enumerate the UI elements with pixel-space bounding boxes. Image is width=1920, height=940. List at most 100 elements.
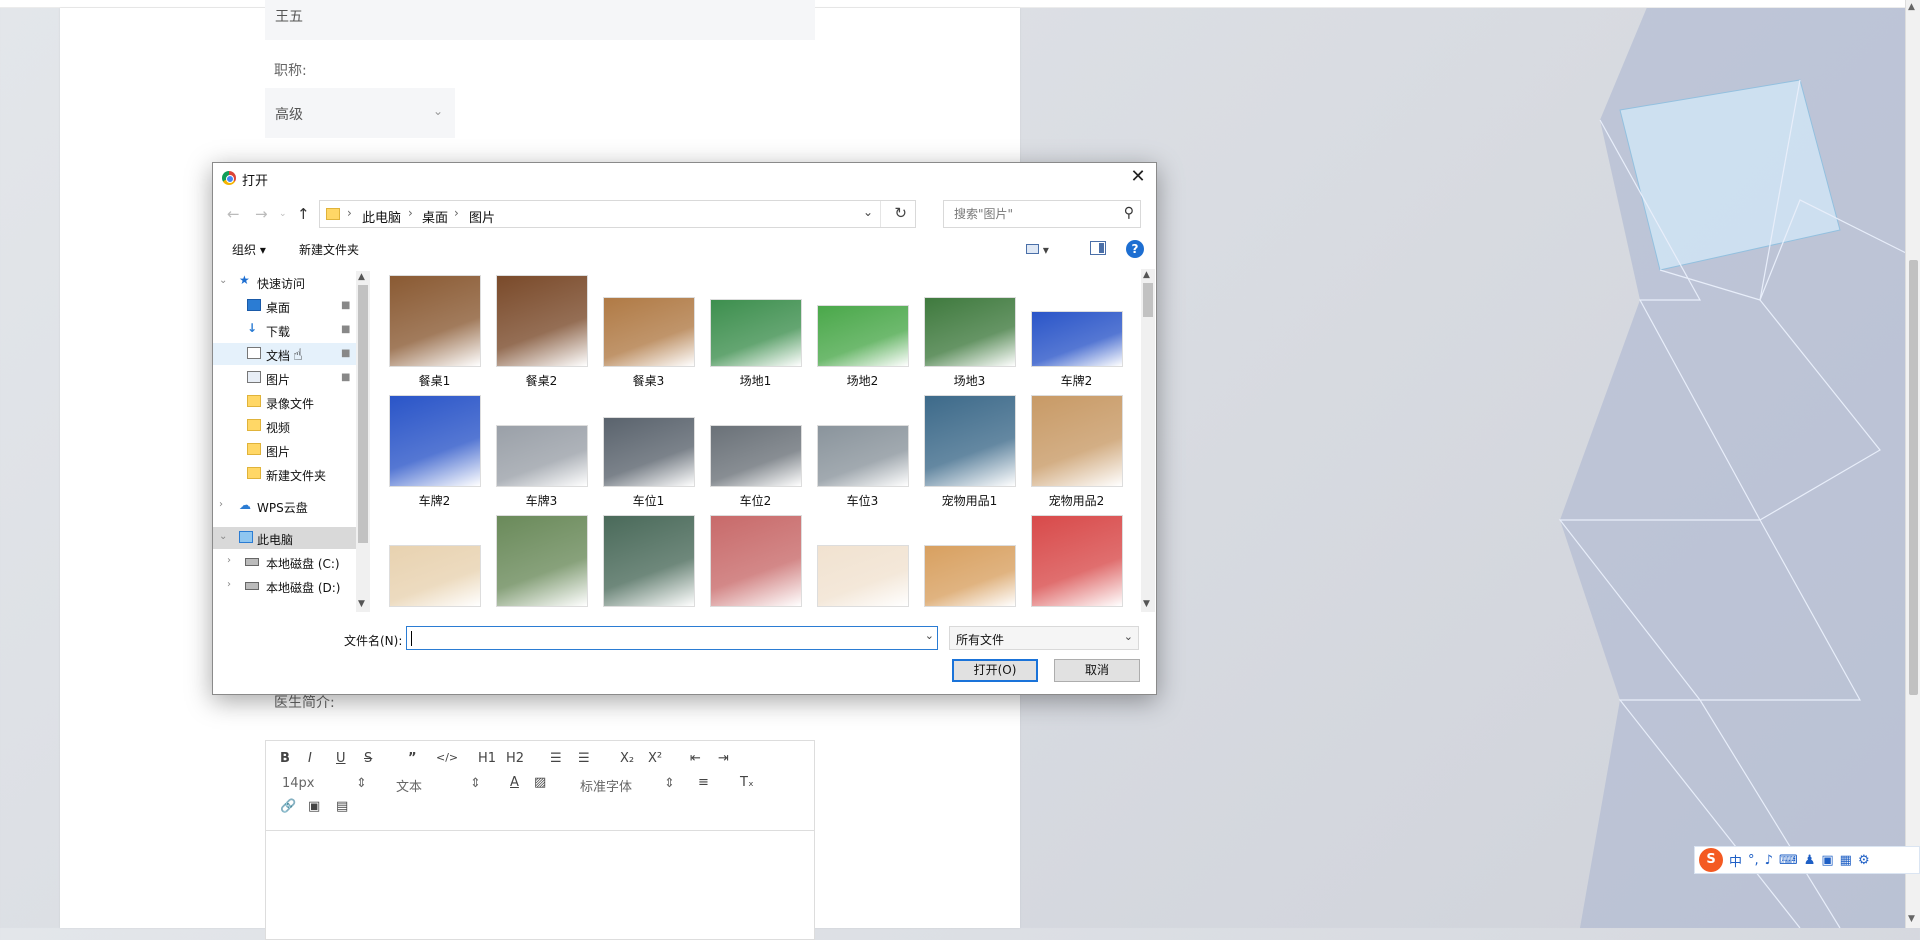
italic-button[interactable]: I — [308, 751, 312, 766]
file-tile[interactable]: 车位1 — [595, 395, 702, 513]
close-button[interactable]: ✕ — [1126, 165, 1150, 189]
file-tile[interactable] — [809, 515, 916, 612]
nav-item-downloads[interactable]: ↓ 下载 ■ — [213, 319, 356, 341]
nav-scrollbar-thumb[interactable] — [358, 285, 368, 543]
breadcrumb-pictures[interactable]: 图片 — [469, 207, 495, 226]
page-scrollbar[interactable]: ▲ ▼ — [1905, 0, 1920, 928]
keyboard-icon[interactable]: ⌨ — [1779, 853, 1798, 868]
dialog-titlebar[interactable]: 打开 ✕ — [213, 163, 1156, 193]
preview-pane-icon[interactable] — [1090, 241, 1106, 255]
apps-grid-icon[interactable]: ▦ — [1840, 853, 1852, 868]
punctuation-icon[interactable]: °, — [1748, 853, 1759, 868]
search-input[interactable] — [952, 206, 1112, 222]
page-scrollbar-thumb[interactable] — [1909, 260, 1918, 695]
background-color-icon[interactable]: ▨ — [534, 775, 546, 790]
filetype-select[interactable]: 所有文件 ⌄ — [949, 626, 1139, 650]
nav-item-pictures-folder[interactable]: 图片 — [213, 439, 356, 461]
unordered-list-button[interactable]: ☰ — [578, 751, 590, 766]
game-icon[interactable]: ▣ — [1821, 853, 1833, 868]
file-tile[interactable]: 餐桌3 — [595, 275, 702, 393]
text-style-select[interactable]: 文本 — [396, 776, 422, 795]
file-tile[interactable]: 车牌3 — [488, 395, 595, 513]
new-folder-button[interactable]: 新建文件夹 — [299, 241, 359, 258]
scroll-down-arrow-icon[interactable]: ▼ — [1908, 914, 1915, 924]
file-tile[interactable]: 车牌2 — [381, 395, 488, 513]
address-bar[interactable]: › 此电脑 › 桌面 › 图片 ⌄ ↻ — [319, 200, 916, 228]
scroll-up-arrow-icon[interactable]: ▲ — [1908, 2, 1915, 12]
bold-button[interactable]: B — [280, 751, 290, 766]
h1-button[interactable]: H1 — [478, 751, 496, 766]
settings-gear-icon[interactable]: ⚙ — [1858, 853, 1870, 868]
scroll-down-arrow-icon[interactable]: ▼ — [358, 599, 365, 609]
file-tile[interactable]: 宠物用品1 — [916, 395, 1023, 513]
help-icon[interactable]: ? — [1126, 240, 1144, 258]
ime-toolbar[interactable]: S 中 °, ♪ ⌨ ♟ ▣ ▦ ⚙ — [1694, 846, 1920, 874]
nav-item-desktop[interactable]: 桌面 ■ — [213, 295, 356, 317]
file-grid-scrollbar-thumb[interactable] — [1143, 283, 1153, 317]
nav-item-this-pc[interactable]: ⌄ 此电脑 — [213, 527, 356, 549]
clear-format-button[interactable]: Tₓ — [740, 775, 754, 790]
file-tile[interactable] — [595, 515, 702, 612]
breadcrumb-this-pc[interactable]: 此电脑 — [362, 207, 401, 226]
nav-item-wps-cloud[interactable]: › ☁ WPS云盘 — [213, 495, 356, 517]
underline-button[interactable]: U — [336, 751, 346, 766]
nav-quick-access[interactable]: ⌄ ★ 快速访问 — [213, 271, 356, 293]
link-icon[interactable]: 🔗 — [280, 799, 296, 814]
search-box[interactable]: ⚲ — [943, 200, 1141, 228]
nav-item-recordings[interactable]: 录像文件 — [213, 391, 356, 413]
subscript-button[interactable]: X₂ — [620, 751, 634, 766]
code-button[interactable]: </> — [436, 751, 458, 764]
ordered-list-button[interactable]: ☰ — [550, 751, 562, 766]
h2-button[interactable]: H2 — [506, 751, 524, 766]
file-tile[interactable]: 场地1 — [702, 275, 809, 393]
video-icon[interactable]: ▤ — [336, 799, 348, 814]
rich-text-editor[interactable]: B I U S ” </> H1 H2 ☰ ☰ X₂ X² ⇤ ⇥ 14px ⇕… — [265, 740, 815, 940]
nav-item-pictures[interactable]: 图片 ■ — [213, 367, 356, 389]
change-view-button[interactable]: ▾ — [1026, 240, 1062, 260]
file-tile[interactable] — [702, 515, 809, 612]
file-tile[interactable]: 宠物用品2 — [1023, 395, 1130, 513]
ime-mode[interactable]: 中 — [1729, 851, 1742, 870]
file-tile[interactable] — [488, 515, 595, 612]
chevron-down-icon[interactable]: ⌄ — [925, 629, 934, 642]
nav-scrollbar[interactable]: ▲ ▼ — [356, 271, 370, 612]
file-tile[interactable]: 车位3 — [809, 395, 916, 513]
file-tile[interactable]: 餐桌1 — [381, 275, 488, 393]
file-tile[interactable]: 场地2 — [809, 275, 916, 393]
address-dropdown-icon[interactable]: ⌄ — [863, 205, 873, 219]
nav-item-drive-c[interactable]: › 本地磁盘 (C:) — [213, 551, 356, 573]
nav-item-documents[interactable]: 文档 ☝ ■ — [213, 343, 356, 365]
nav-item-videos[interactable]: 视频 — [213, 415, 356, 437]
breadcrumb-desktop[interactable]: 桌面 — [422, 207, 448, 226]
file-tile[interactable]: 餐桌2 — [488, 275, 595, 393]
forward-arrow-icon[interactable]: → — [255, 205, 268, 223]
filename-input[interactable] — [410, 630, 910, 646]
scroll-up-arrow-icon[interactable]: ▲ — [1143, 270, 1150, 280]
font-color-icon[interactable]: A — [510, 775, 519, 790]
refresh-icon[interactable]: ↻ — [894, 204, 907, 222]
skin-icon[interactable]: ♟ — [1804, 853, 1816, 868]
indent-button[interactable]: ⇥ — [718, 751, 729, 766]
image-icon[interactable]: ▣ — [308, 799, 320, 814]
organize-menu[interactable]: 组织 ▾ — [232, 241, 266, 258]
outdent-button[interactable]: ⇤ — [690, 751, 701, 766]
file-tile[interactable] — [1023, 515, 1130, 612]
scroll-up-arrow-icon[interactable]: ▲ — [358, 272, 365, 282]
search-icon[interactable]: ⚲ — [1124, 205, 1134, 221]
up-arrow-icon[interactable]: ↑ — [297, 205, 310, 223]
nav-item-new-folder[interactable]: 新建文件夹 — [213, 463, 356, 485]
quote-button[interactable]: ” — [408, 751, 417, 766]
microphone-icon[interactable]: ♪ — [1765, 853, 1773, 868]
sogou-logo-icon[interactable]: S — [1699, 848, 1723, 872]
file-grid-scrollbar[interactable]: ▲ ▼ — [1141, 269, 1155, 612]
open-button[interactable]: 打开(O) — [952, 659, 1038, 682]
font-family-select[interactable]: 标准字体 — [580, 776, 632, 795]
file-tile[interactable]: 场地3 — [916, 275, 1023, 393]
filename-field[interactable]: ⌄ — [406, 626, 938, 650]
title-select[interactable]: 高级 ⌄ — [265, 88, 455, 138]
file-tile[interactable] — [916, 515, 1023, 612]
superscript-button[interactable]: X² — [648, 751, 662, 766]
back-arrow-icon[interactable]: ← — [227, 205, 240, 223]
cancel-button[interactable]: 取消 — [1054, 659, 1140, 682]
strikethrough-button[interactable]: S — [364, 751, 372, 766]
